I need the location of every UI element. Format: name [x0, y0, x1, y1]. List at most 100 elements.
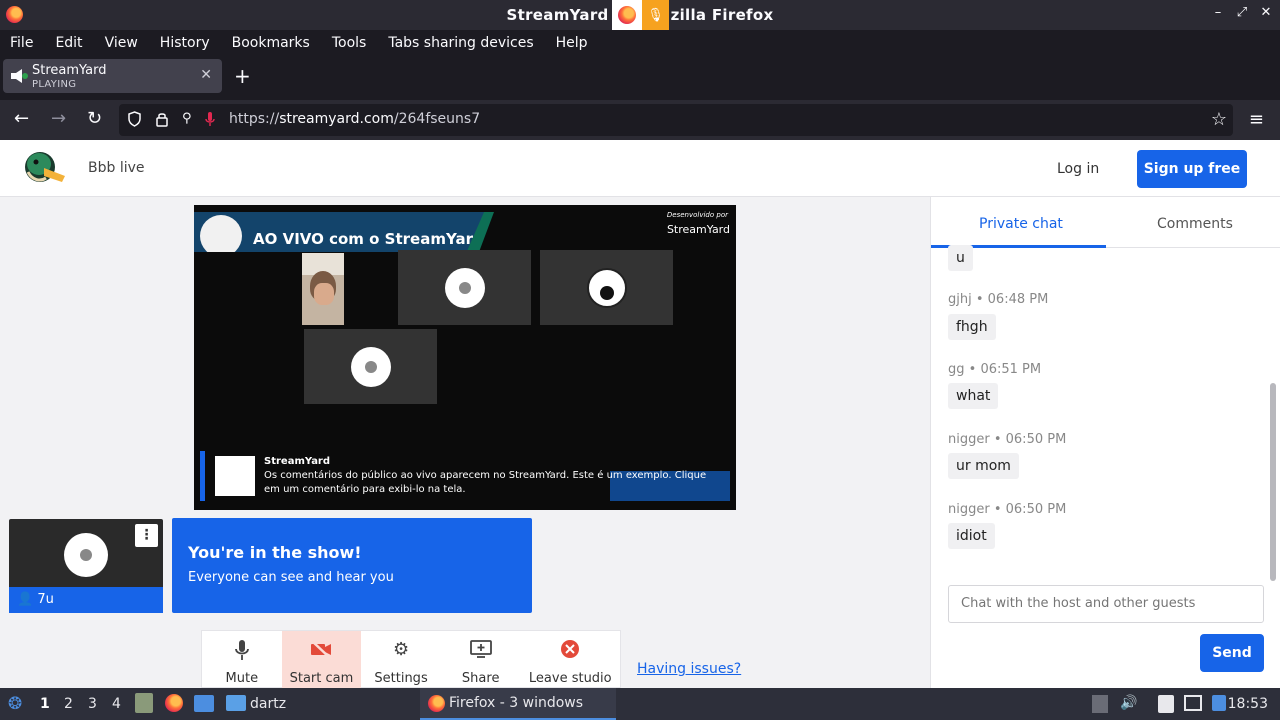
menu-edit[interactable]: Edit	[55, 35, 82, 51]
app-menu-icon[interactable]: ≡	[1249, 109, 1264, 130]
tab-title: StreamYard	[32, 63, 107, 78]
menu-tabs-sharing[interactable]: Tabs sharing devices	[388, 35, 533, 51]
taskbar-firefox-window[interactable]: Firefox - 3 windows	[420, 688, 616, 720]
participant-camera-tile	[302, 253, 344, 325]
microphone-icon	[234, 639, 249, 661]
firefox-icon	[428, 695, 445, 712]
workspace-3[interactable]: 3	[88, 696, 97, 712]
reload-icon[interactable]: ↻	[87, 108, 102, 129]
workspace-2[interactable]: 2	[64, 696, 73, 712]
chat-message-meta: gjhj • 06:48 PM	[948, 292, 1049, 307]
shield-icon[interactable]	[127, 111, 142, 131]
clipboard-icon[interactable]	[1158, 695, 1174, 713]
menu-tools[interactable]: Tools	[332, 35, 367, 51]
permissions-icon[interactable]: ⚲	[182, 111, 192, 126]
minimize-button[interactable]: –	[1212, 5, 1224, 20]
url-bar[interactable]: ⚲ https://streamyard.com/264fseuns7 ☆	[119, 104, 1233, 136]
mute-button[interactable]: Mute	[202, 631, 282, 689]
forward-icon[interactable]: →	[51, 108, 66, 129]
menu-view[interactable]: View	[105, 35, 138, 51]
tab-private-chat[interactable]: Private chat	[979, 216, 1063, 232]
lock-icon[interactable]	[155, 111, 169, 131]
comment-overlay: StreamYard Os comentários do público ao …	[200, 451, 730, 501]
tray-up-icon[interactable]	[1092, 695, 1108, 713]
start-menu-icon[interactable]: ❂	[8, 694, 22, 714]
start-cam-button[interactable]: Start cam	[281, 631, 362, 689]
self-preview-tile[interactable]: ⋮ 👤 7u	[9, 519, 163, 613]
microphone-icon[interactable]	[205, 111, 215, 131]
microphone-icon: 🎙	[642, 0, 669, 30]
network-icon[interactable]	[1184, 695, 1202, 711]
chat-input[interactable]	[948, 585, 1264, 623]
chat-message-meta: nigger • 06:50 PM	[948, 432, 1067, 447]
close-button[interactable]: ✕	[1260, 5, 1272, 20]
navigation-bar: ← → ↻ ⚲ https://streamyard.com/264fseuns…	[0, 100, 1280, 140]
volume-icon[interactable]: 🔊	[1120, 695, 1137, 711]
avatar-icon	[64, 533, 108, 577]
settings-button[interactable]: ⚙ Settings	[361, 631, 441, 689]
participant-name: 👤 7u	[9, 587, 163, 613]
person-icon: 👤	[17, 592, 34, 607]
firefox-icon	[618, 6, 636, 24]
desktop-icon[interactable]	[194, 695, 214, 712]
menu-help[interactable]: Help	[556, 35, 588, 51]
folder-window-label[interactable]: dartz	[250, 696, 286, 712]
workspace-4[interactable]: 4	[112, 696, 121, 712]
having-issues-link[interactable]: Having issues?	[637, 661, 741, 677]
workspace-1[interactable]: 1	[40, 696, 50, 712]
maximize-button[interactable]: ⤢	[1236, 5, 1248, 20]
notice-subtitle: Everyone can see and hear you	[188, 570, 394, 585]
avatar-icon	[350, 346, 391, 387]
new-tab-button[interactable]: +	[234, 64, 251, 88]
banner-title: AO VIVO com o StreamYard	[253, 230, 484, 248]
studio-toolbar: Mute Start cam ⚙ Settings Share Leave st…	[201, 630, 621, 689]
send-button[interactable]: Send	[1200, 634, 1264, 672]
page-content: Bbb live Log in Sign up free AO VIVO com…	[0, 140, 1280, 689]
site-header: Bbb live Log in Sign up free	[0, 140, 1280, 197]
share-button[interactable]: Share	[441, 631, 521, 689]
chat-message: ur mom	[948, 453, 1019, 479]
comment-author: StreamYard	[264, 456, 331, 467]
folder-icon[interactable]	[226, 695, 246, 711]
login-link[interactable]: Log in	[1057, 161, 1099, 177]
menu-history[interactable]: History	[160, 35, 210, 51]
more-options-icon[interactable]: ⋮	[135, 524, 158, 547]
leave-icon	[560, 639, 580, 661]
camera-off-icon	[309, 639, 333, 661]
screen-share-icon	[469, 639, 493, 661]
leave-studio-button[interactable]: Leave studio	[521, 631, 621, 689]
participant-tile	[540, 250, 673, 325]
chat-message: u	[948, 245, 973, 271]
tab-status: PLAYING	[32, 79, 77, 90]
avatar-icon	[444, 267, 485, 308]
tab-comments[interactable]: Comments	[1157, 216, 1233, 232]
chat-message-meta: nigger • 06:50 PM	[948, 502, 1067, 517]
signup-button[interactable]: Sign up free	[1137, 150, 1247, 188]
bookmark-star-icon[interactable]: ☆	[1211, 109, 1227, 130]
chat-message: what	[948, 383, 999, 409]
back-icon[interactable]: ←	[14, 108, 29, 129]
chat-scrollbar[interactable]	[1270, 383, 1276, 581]
taskbar: ❂ 1 2 3 4 dartz Firefox - 3 windows 🔊 18…	[0, 688, 1280, 720]
update-icon[interactable]	[1212, 695, 1226, 711]
streamyard-logo[interactable]	[22, 150, 66, 188]
participant-tile	[398, 250, 531, 325]
sharing-indicator[interactable]: 🎙	[612, 0, 669, 30]
clock: 18:53	[1227, 696, 1268, 712]
firefox-launcher-icon[interactable]	[165, 694, 183, 712]
chat-message: idiot	[948, 523, 995, 549]
tab-close-icon[interactable]: ✕	[200, 67, 212, 83]
studio-name: Bbb live	[88, 160, 145, 176]
tab-streamyard[interactable]: StreamYard PLAYING ✕	[3, 59, 222, 93]
menu-bar: File Edit View History Bookmarks Tools T…	[0, 30, 1280, 56]
gear-icon: ⚙	[392, 639, 410, 660]
menu-bookmarks[interactable]: Bookmarks	[232, 35, 310, 51]
developed-by-label: Desenvolvido por	[666, 211, 728, 219]
url-text[interactable]: https://streamyard.com/264fseuns7	[229, 111, 480, 127]
in-show-notice: You're in the show! Everyone can see and…	[172, 518, 532, 613]
streamyard-logo	[215, 456, 255, 496]
live-banner: AO VIVO com o StreamYard	[194, 212, 484, 252]
menu-file[interactable]: File	[10, 35, 33, 51]
window-titlebar: StreamYard zilla Firefox 🎙 – ⤢ ✕	[0, 0, 1280, 30]
file-manager-icon[interactable]	[135, 693, 153, 713]
